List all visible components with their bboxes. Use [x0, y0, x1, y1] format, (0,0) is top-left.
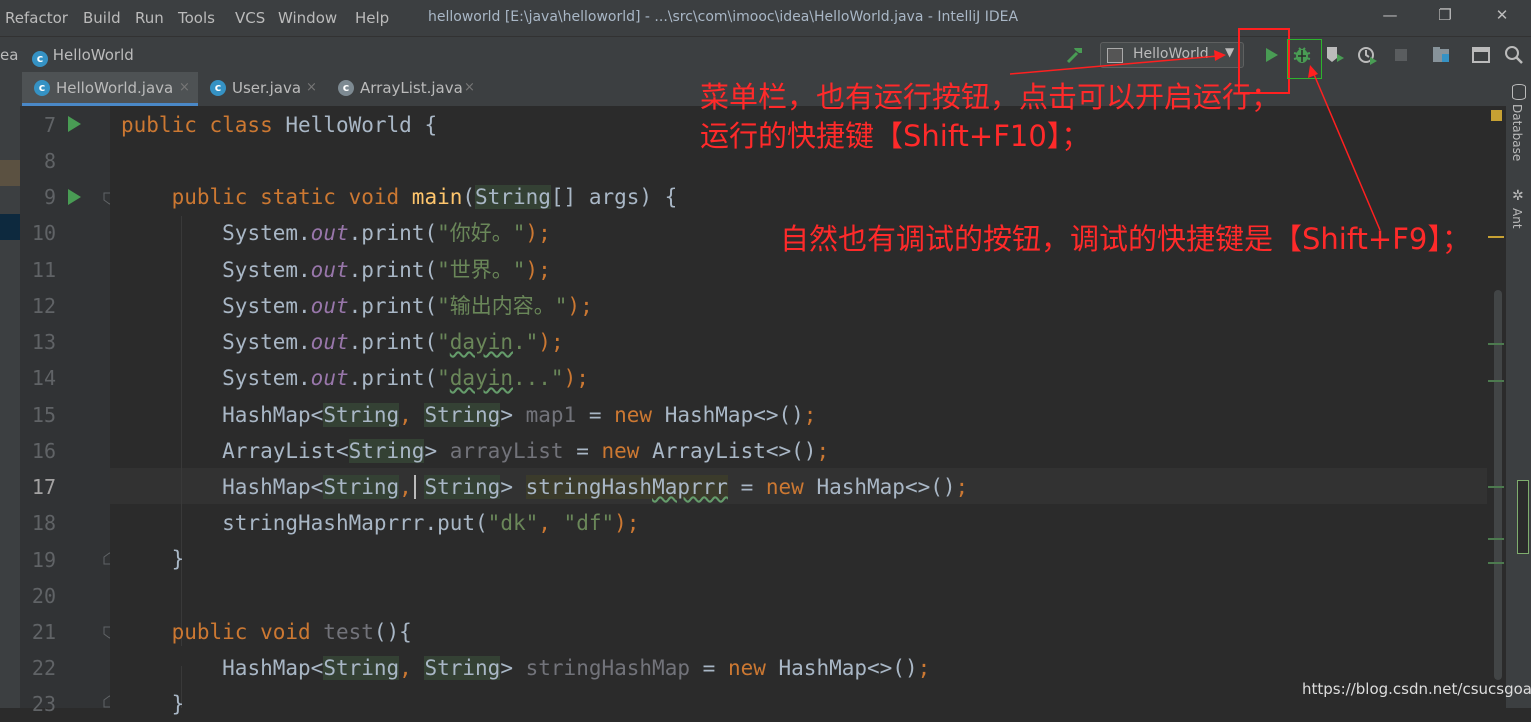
breadcrumb-file-label: HelloWorld [52, 46, 134, 64]
typo-stripe[interactable] [1488, 538, 1504, 540]
line-number: 11 [31, 258, 56, 282]
run-config-icon [1107, 48, 1123, 63]
ant-tool-button[interactable]: Ant [1510, 208, 1524, 229]
code-line-7: public class HelloWorld { [121, 113, 438, 137]
code-line-11: System.out.print("世界。"); [222, 258, 551, 282]
chevron-down-icon: ▼ [1225, 45, 1235, 59]
code-line-23: } [171, 692, 185, 716]
run-main-gutter-icon[interactable] [68, 189, 81, 205]
line-number-current: 17 [31, 475, 56, 499]
code-line-16: ArrayList<String> arrayList = new ArrayL… [222, 439, 830, 463]
menu-vcs[interactable]: VCS [235, 9, 265, 27]
menu-tools[interactable]: Tools [178, 9, 215, 27]
text-caret [414, 475, 416, 499]
code-line-14: System.out.print("dayin..."); [222, 366, 589, 390]
line-number: 18 [31, 511, 56, 535]
line-number: 19 [31, 548, 56, 572]
editor-scrollbar-thumb[interactable] [1494, 290, 1502, 680]
code-line-18: stringHashMaprrr.put("dk", "df"); [222, 511, 640, 535]
typo-stripe[interactable] [1488, 380, 1504, 382]
tab-helloworld-java[interactable]: c HelloWorld.java × [22, 72, 198, 106]
left-strip-selection [0, 214, 20, 240]
close-tab-icon[interactable]: × [179, 80, 190, 95]
code-line-21: public void test(){ [171, 620, 412, 644]
code-line-13: System.out.print("dayin."); [222, 330, 564, 354]
line-number: 7 [43, 113, 56, 137]
coverage-icon[interactable] [1324, 44, 1346, 66]
menu-build[interactable]: Build [83, 9, 121, 27]
close-tab-icon[interactable]: × [464, 80, 475, 95]
search-icon[interactable] [1503, 44, 1525, 66]
stop-icon[interactable] [1390, 44, 1412, 66]
database-icon [1512, 84, 1526, 100]
typo-stripe[interactable] [1488, 343, 1504, 345]
line-number: 21 [31, 620, 56, 644]
right-tool-strip: Database ✲ Ant [1506, 72, 1531, 708]
code-editor[interactable]: public class HelloWorld { public static … [110, 106, 1504, 716]
line-number: 13 [31, 330, 56, 354]
code-line-15: HashMap<String, String> map1 = new HashM… [222, 403, 817, 427]
run-configuration-select[interactable]: HelloWorld ▼ [1100, 42, 1244, 68]
code-line-9: public static void main(String[] args) { [171, 185, 678, 209]
maximize-button[interactable]: ❐ [1435, 6, 1455, 28]
code-line-12: System.out.print("输出内容。"); [222, 294, 593, 318]
library-class-icon: c [338, 80, 354, 96]
tab-label: ArrayList.java [360, 79, 463, 97]
typo-stripe[interactable] [1488, 562, 1504, 564]
menu-run[interactable]: Run [135, 9, 164, 27]
ant-icon: ✲ [1512, 188, 1524, 204]
annotation-run-shortcut: 运行的快捷键【Shift+F10】； [700, 119, 1091, 153]
annotation-run-menu: 菜单栏，也有运行按钮，点击可以开启运行； [700, 80, 1281, 114]
class-icon: c [32, 51, 48, 67]
memory-indicator [1517, 480, 1529, 554]
menu-bar: Refactor Build Run Tools VCS Window Help… [0, 0, 1531, 36]
breadcrumb-file[interactable]: c HelloWorld [32, 46, 134, 67]
line-number: 22 [31, 656, 56, 680]
code-line-17: HashMap<String, String> stringHashMaprrr… [222, 475, 969, 499]
project-structure-icon[interactable] [1430, 44, 1452, 66]
highlight-debug-box [1287, 39, 1322, 79]
window-title: helloworld [E:\java\helloworld] - ...\sr… [428, 9, 1019, 25]
database-tool-button[interactable]: Database [1510, 104, 1524, 161]
line-number: 15 [31, 403, 56, 427]
breadcrumb-project[interactable]: ea [0, 46, 18, 64]
warning-indicator-icon[interactable] [1491, 110, 1502, 121]
line-number: 14 [31, 366, 56, 390]
run-class-gutter-icon[interactable] [68, 116, 81, 132]
annotation-debug-shortcut: 自然也有调试的按钮，调试的快捷键是【Shift+F9】； [780, 222, 1471, 256]
line-number: 16 [31, 439, 56, 463]
hammer-build-icon[interactable] [1064, 44, 1086, 66]
tab-arraylist-java[interactable]: c ArrayList.java × [326, 72, 484, 106]
line-number: 8 [43, 149, 56, 173]
code-line-22: HashMap<String, String> stringHashMap = … [222, 656, 931, 680]
terminal-icon[interactable] [1470, 44, 1492, 66]
warning-stripe[interactable] [1488, 236, 1504, 238]
menu-refactor[interactable]: Refactor [5, 9, 68, 27]
watermark: https://blog.csdn.net/csucsgoat [1302, 680, 1531, 698]
profile-icon[interactable] [1356, 44, 1378, 66]
line-number: 20 [31, 584, 56, 608]
left-strip-marker [0, 160, 20, 186]
menu-window[interactable]: Window [278, 9, 337, 27]
run-config-label: HelloWorld [1133, 46, 1209, 62]
left-tool-strip [0, 106, 20, 708]
typo-stripe[interactable] [1488, 486, 1504, 488]
minimize-button[interactable]: — [1380, 6, 1400, 28]
tab-label: HelloWorld.java [56, 79, 174, 97]
line-number: 12 [31, 294, 56, 318]
code-line-19: } [171, 547, 185, 571]
code-line-10: System.out.print("你好。"); [222, 221, 551, 245]
menu-help[interactable]: Help [355, 9, 389, 27]
close-window-button[interactable]: ✕ [1492, 6, 1512, 28]
tab-label: User.java [232, 79, 302, 97]
close-tab-icon[interactable]: × [306, 80, 317, 95]
class-icon: c [210, 80, 226, 96]
line-number: 23 [31, 692, 56, 716]
line-number: 10 [31, 221, 56, 245]
class-icon: c [34, 80, 50, 96]
line-number: 9 [43, 185, 56, 209]
tab-user-java[interactable]: c User.java × [198, 72, 326, 106]
